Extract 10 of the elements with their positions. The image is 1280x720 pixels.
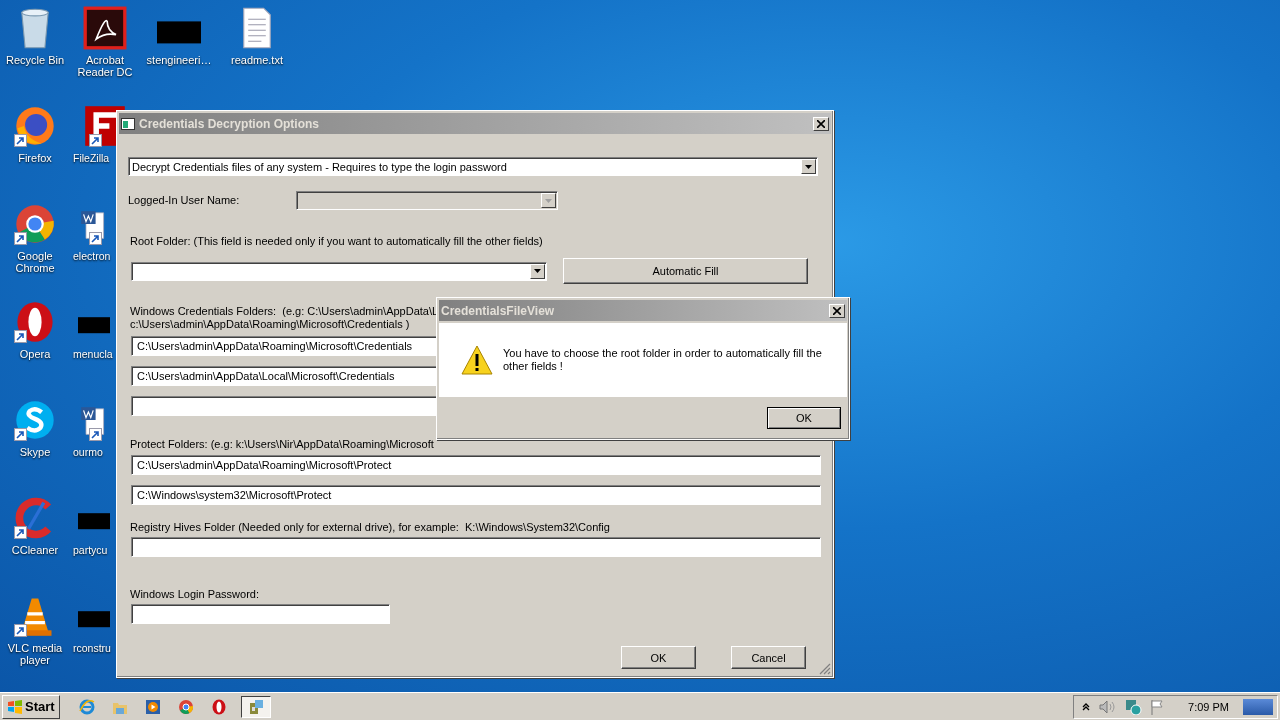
field-label: Root Folder: (This field is needed only if you want to automatically fill the other fields) xyxy=(130,235,543,248)
field-label: Windows Credentials Folders: (e.g: C:\Users\admin\AppData\L xyxy=(130,305,439,318)
window-title: Credentials Decryption Options xyxy=(139,116,321,131)
field-label: Protect Folders: (e.g: k:\Users\Nir\AppData\Roaming\Microsoft xyxy=(130,438,434,451)
field-label: c:\Users\admin\AppData\Roaming\Microsoft\Credentials ) xyxy=(130,318,411,331)
field-label: Windows Login Password: xyxy=(130,588,259,601)
dialog-message: You have to choose the root folder in order to automatically fill the other fields ! xyxy=(503,347,823,373)
field-label: Logged-In User Name: xyxy=(128,194,240,207)
dialog-title: CredentialsFileView xyxy=(441,303,556,318)
field-label: Registry Hives Folder (Needed only for external drive), for example: K:\Windows\System32\Config xyxy=(130,521,610,534)
